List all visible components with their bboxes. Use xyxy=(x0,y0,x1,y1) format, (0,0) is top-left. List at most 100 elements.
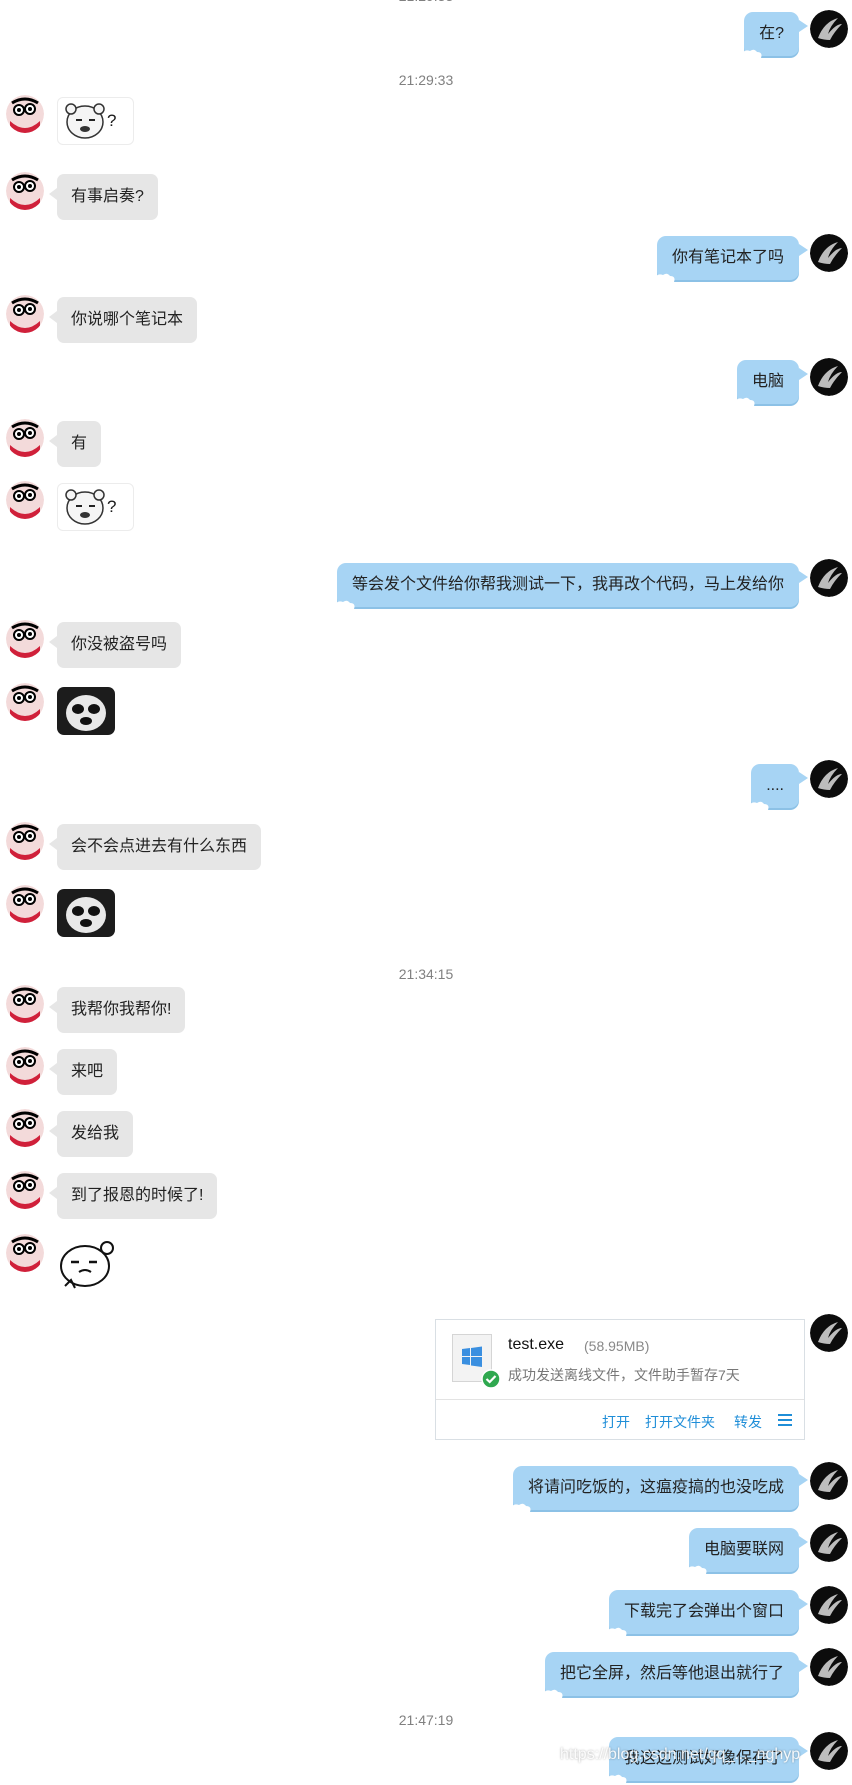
message-text: 电脑 xyxy=(751,373,784,390)
bear-sticker-icon xyxy=(65,103,105,139)
more-menu-icon[interactable] xyxy=(778,1414,792,1426)
sticker-message[interactable]: ? xyxy=(57,483,134,531)
message-text: 发给我 xyxy=(71,1125,120,1142)
message-text: 将请问吃饭的，这瘟疫搞的也没吃成 xyxy=(527,1479,784,1496)
watermark-text: https://blog.csdn.net/qq_..._nghyp xyxy=(560,1746,801,1763)
success-check-icon xyxy=(481,1369,501,1389)
message-row-self: 在? xyxy=(0,10,852,60)
contact-avatar[interactable] xyxy=(6,985,44,1023)
windows-logo-icon xyxy=(462,1346,482,1367)
self-avatar[interactable] xyxy=(810,234,848,272)
contact-avatar[interactable] xyxy=(6,1234,44,1272)
contact-avatar[interactable] xyxy=(6,620,44,658)
contact-avatar[interactable] xyxy=(6,419,44,457)
message-row-other: 到了报恩的时候了! xyxy=(0,1171,852,1221)
self-avatar[interactable] xyxy=(810,1586,848,1624)
message-bubble-other[interactable]: 到了报恩的时候了! xyxy=(48,1173,218,1219)
message-row-self: 把它全屏，然后等他退出就行了 xyxy=(0,1648,852,1699)
sticker-message[interactable] xyxy=(57,1238,121,1294)
message-text: 你没被盗号吗 xyxy=(71,636,168,653)
message-row-other: 会不会点进去有什么东西 xyxy=(0,822,852,872)
message-bubble-other[interactable]: 有事启奏? xyxy=(49,174,158,220)
cloud-decoration-icon xyxy=(684,1565,707,1575)
message-bubble-self[interactable]: 电脑 xyxy=(732,360,809,407)
message-row-self: 下载完了会弹出个窗口 xyxy=(0,1586,852,1637)
message-text: 到了报恩的时候了! xyxy=(71,1187,204,1204)
message-bubble-self[interactable]: 等会发个文件给你帮我测试一下，我再改个代码，马上发给你 xyxy=(332,563,809,610)
message-bubble-self[interactable]: 在? xyxy=(739,12,808,59)
message-text: ? xyxy=(107,497,117,516)
message-row-other xyxy=(0,885,852,941)
open-folder-link[interactable]: 打开文件夹 xyxy=(645,1412,715,1432)
cloud-decoration-icon xyxy=(604,1627,627,1637)
message-bubble-self[interactable]: 将请问吃饭的，这瘟疫搞的也没吃成 xyxy=(508,1466,809,1513)
message-row-other: 你说哪个笔记本 xyxy=(0,295,852,345)
message-text: 把它全屏，然后等他退出就行了 xyxy=(559,1665,784,1682)
message-row-self: 等会发个文件给你帮我测试一下，我再改个代码，马上发给你 xyxy=(0,559,852,611)
message-bubble-other[interactable]: 你没被盗号吗 xyxy=(48,622,182,668)
message-bubble-self[interactable]: 把它全屏，然后等他退出就行了 xyxy=(540,1652,809,1699)
contact-avatar[interactable] xyxy=(6,1171,44,1209)
self-avatar[interactable] xyxy=(810,1462,848,1500)
message-text: 等会发个文件给你帮我测试一下，我再改个代码，马上发给你 xyxy=(351,576,784,593)
cloud-decoration-icon xyxy=(747,801,769,811)
message-row-other: 有事启奏? xyxy=(0,172,852,222)
contact-avatar[interactable] xyxy=(6,172,44,210)
self-avatar[interactable] xyxy=(810,1314,848,1352)
panda-sticker[interactable] xyxy=(57,889,115,937)
message-bubble-other[interactable]: 你说哪个笔记本 xyxy=(48,297,198,343)
cloud-decoration-icon xyxy=(739,49,762,59)
message-row-other: 有 xyxy=(0,419,852,469)
panda-sticker[interactable] xyxy=(57,687,115,735)
message-row-other xyxy=(0,683,852,739)
message-row-self: .... xyxy=(0,760,852,811)
contact-avatar[interactable] xyxy=(6,295,44,333)
self-avatar[interactable] xyxy=(810,559,848,597)
cloud-decoration-icon xyxy=(732,397,755,407)
message-bubble-self[interactable]: 下载完了会弹出个窗口 xyxy=(604,1590,809,1637)
self-avatar[interactable] xyxy=(810,1524,848,1562)
message-text: 在? xyxy=(759,25,784,42)
self-avatar[interactable] xyxy=(810,760,848,798)
message-text: 有 xyxy=(71,435,88,452)
panda-face-icon xyxy=(66,695,106,731)
message-bubble-other[interactable]: 发给我 xyxy=(48,1111,134,1157)
message-text: 有事启奏? xyxy=(71,188,144,205)
self-avatar[interactable] xyxy=(810,1732,848,1770)
message-row-self: 将请问吃饭的，这瘟疫搞的也没吃成 xyxy=(0,1462,852,1513)
message-text: ? xyxy=(107,111,117,130)
contact-avatar[interactable] xyxy=(6,822,44,860)
message-bubble-other[interactable]: 我帮你我帮你! xyxy=(48,987,186,1033)
message-bubble-other[interactable]: 会不会点进去有什么东西 xyxy=(48,824,262,870)
message-text: 下载完了会弹出个窗口 xyxy=(623,1603,784,1620)
contact-avatar[interactable] xyxy=(6,1047,44,1085)
exe-file-icon xyxy=(452,1334,501,1389)
message-bubble-self[interactable]: 你有笔记本了吗 xyxy=(652,236,809,283)
message-bubble-other[interactable]: 来吧 xyxy=(48,1049,118,1095)
bear-sticker-icon xyxy=(65,489,105,525)
sticker-message[interactable]: ? xyxy=(57,97,134,145)
message-bubble-self[interactable]: 电脑要联网 xyxy=(684,1528,809,1575)
contact-avatar[interactable] xyxy=(6,481,44,519)
contact-avatar[interactable] xyxy=(6,1109,44,1147)
message-row-other: 发给我 xyxy=(0,1109,852,1159)
cloud-decoration-icon xyxy=(508,1503,531,1513)
forward-link[interactable]: 转发 xyxy=(734,1412,762,1432)
self-avatar[interactable] xyxy=(810,10,848,48)
message-bubble-other[interactable]: 有 xyxy=(48,421,102,467)
message-row-other: 我帮你我帮你! xyxy=(0,985,852,1035)
cloud-decoration-icon xyxy=(652,273,675,283)
message-row-other: ? xyxy=(0,481,852,531)
file-transfer-card[interactable]: test.exe (58.95MB) 成功发送离线文件，文件助手暂存7天 打开 … xyxy=(435,1319,805,1440)
message-row-self: 电脑 xyxy=(0,358,852,408)
contact-avatar[interactable] xyxy=(6,95,44,133)
message-text: 你说哪个笔记本 xyxy=(71,311,184,328)
message-bubble-self[interactable]: .... xyxy=(747,764,808,811)
contact-avatar[interactable] xyxy=(6,683,44,721)
open-file-link[interactable]: 打开 xyxy=(602,1412,630,1432)
self-avatar[interactable] xyxy=(810,1648,848,1686)
file-size: (58.95MB) xyxy=(584,1338,650,1354)
self-avatar[interactable] xyxy=(810,358,848,396)
message-row-other xyxy=(0,1234,852,1298)
contact-avatar[interactable] xyxy=(6,885,44,923)
